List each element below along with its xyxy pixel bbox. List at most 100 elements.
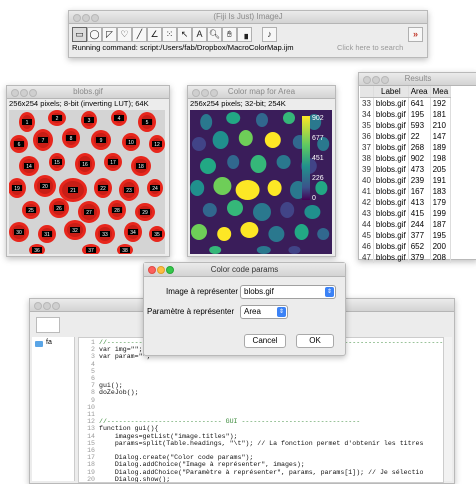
results-cell: blobs.gif xyxy=(373,241,409,252)
results-cell: 181 xyxy=(430,109,452,120)
results-row[interactable]: 46 blobs.gif 652 200 xyxy=(360,241,452,252)
tool-angle[interactable]: ∠ xyxy=(147,27,162,42)
blob-label: 4 xyxy=(118,116,121,122)
blobs-title: blobs.gif xyxy=(73,87,103,96)
search-field[interactable]: Click here to search xyxy=(337,43,403,52)
results-row[interactable]: 34 blobs.gif 195 181 xyxy=(360,109,452,120)
blob-label: 15 xyxy=(54,160,60,166)
results-row[interactable]: 37 blobs.gif 268 189 xyxy=(360,142,452,153)
results-row[interactable]: 39 blobs.gif 473 205 xyxy=(360,164,452,175)
results-cell: 199 xyxy=(430,208,452,219)
results-cell: blobs.gif xyxy=(373,153,409,164)
tool-text[interactable]: A xyxy=(192,27,207,42)
tool-dropper[interactable]: ▗ xyxy=(237,27,252,42)
minimize-window-button[interactable] xyxy=(82,14,90,22)
results-row[interactable]: 41 blobs.gif 167 183 xyxy=(360,186,452,197)
tool-point[interactable]: ⁙ xyxy=(162,27,177,42)
tool-wand[interactable]: ↖ xyxy=(177,27,192,42)
tool-custom[interactable]: ♪ xyxy=(262,27,277,42)
code-text: params=split(Table.headings, "\t"); // L… xyxy=(99,439,424,447)
results-column-header[interactable]: Label xyxy=(373,86,409,98)
code-line[interactable]: 15 params=split(Table.headings, "\t"); /… xyxy=(79,439,423,448)
tool-polygon[interactable]: ◸ xyxy=(102,27,117,42)
sidebar-folder-label[interactable]: fa xyxy=(46,339,52,346)
minimize-window-button[interactable] xyxy=(372,76,380,84)
minimize-window-button[interactable] xyxy=(20,89,28,97)
image-choice-select[interactable]: blobs.gif ⇕ xyxy=(240,285,336,299)
tool-freehand[interactable]: ♡ xyxy=(117,27,132,42)
blob-label: 24 xyxy=(152,186,158,192)
results-row[interactable]: 45 blobs.gif 377 195 xyxy=(360,230,452,241)
results-cell: 902 xyxy=(408,153,431,164)
tool-hand[interactable]: ✋︎ xyxy=(222,27,237,42)
results-cell: 147 xyxy=(430,131,452,142)
results-row[interactable]: 43 blobs.gif 415 199 xyxy=(360,208,452,219)
blob-label: 3 xyxy=(88,118,91,124)
close-window-button[interactable] xyxy=(73,14,81,22)
results-cell: 189 xyxy=(430,142,452,153)
minimize-window-button[interactable] xyxy=(201,89,209,97)
results-cell: blobs.gif xyxy=(373,109,409,120)
minimize-dialog-button[interactable] xyxy=(157,266,165,274)
minimize-window-button[interactable] xyxy=(43,302,51,310)
colormap-background xyxy=(190,110,332,254)
tool-line[interactable]: ╱ xyxy=(132,27,147,42)
param-choice-label: Paramètre à représenter xyxy=(147,307,235,316)
results-row[interactable]: 33 blobs.gif 641 192 xyxy=(360,97,452,109)
results-row[interactable]: 36 blobs.gif 22 147 xyxy=(360,131,452,142)
colormap-canvas[interactable]: 902 677 451 226 0 xyxy=(190,110,332,254)
results-row[interactable]: 44 blobs.gif 244 187 xyxy=(360,219,452,230)
blobs-canvas[interactable]: 12 3 4567 8 9 10 121415 16 171819 2021 22 23 2425 262… xyxy=(9,110,165,254)
colormap-legend-bar xyxy=(302,116,310,200)
results-table[interactable]: Label Area Mea 33 blobs.gif 641 192 34 blobs.gif… xyxy=(360,86,452,263)
results-cell: 192 xyxy=(430,97,452,109)
results-row[interactable]: 40 blobs.gif 239 191 xyxy=(360,175,452,186)
zoom-dialog-button[interactable] xyxy=(166,266,174,274)
close-window-button[interactable] xyxy=(363,76,371,84)
tool-magnifier[interactable]: 🔍︎ xyxy=(207,27,222,42)
colormap-blob xyxy=(268,226,285,242)
results-cell: 413 xyxy=(408,197,431,208)
close-window-button[interactable] xyxy=(11,89,19,97)
zoom-window-button[interactable] xyxy=(210,89,218,97)
image-choice-value: blobs.gif xyxy=(244,287,274,296)
code-area[interactable]: 1//-------------------------------------… xyxy=(78,337,444,483)
close-window-button[interactable] xyxy=(34,302,42,310)
colormap-window: Color map for Area 256x254 pixels; 32-bi… xyxy=(187,85,336,257)
colormap-blob xyxy=(227,200,243,216)
tool-rectangle[interactable]: ▭ xyxy=(72,27,87,42)
imagej-titlebar: (Fiji Is Just) ImageJ xyxy=(69,11,427,24)
close-window-button[interactable] xyxy=(192,89,200,97)
colormap-blob xyxy=(294,224,309,240)
results-row[interactable]: 38 blobs.gif 902 198 xyxy=(360,153,452,164)
results-cell: 473 xyxy=(408,164,431,175)
cancel-button[interactable]: Cancel xyxy=(244,334,286,348)
blob-label: 10 xyxy=(128,140,134,146)
ok-button[interactable]: OK xyxy=(296,334,334,348)
colormap-blob xyxy=(200,114,213,130)
zoom-window-button[interactable] xyxy=(91,14,99,22)
results-titlebar: Results xyxy=(359,73,476,86)
zoom-window-button[interactable] xyxy=(52,302,60,310)
results-row[interactable]: 47 blobs.gif 379 208 xyxy=(360,252,452,263)
close-dialog-button[interactable] xyxy=(148,266,156,274)
results-column-header[interactable] xyxy=(360,86,374,98)
blob-label: 9 xyxy=(100,138,103,144)
results-column-header[interactable]: Mea xyxy=(430,86,452,98)
more-tools-button[interactable]: » xyxy=(408,27,423,42)
results-row[interactable]: 42 blobs.gif 413 179 xyxy=(360,197,452,208)
colormap-blob xyxy=(315,181,328,195)
tool-oval[interactable]: ◯ xyxy=(87,27,102,42)
legend-tick-label: 226 xyxy=(312,175,324,182)
zoom-window-button[interactable] xyxy=(29,89,37,97)
results-cell: 47 xyxy=(360,252,374,263)
zoom-window-button[interactable] xyxy=(381,76,389,84)
results-column-header[interactable]: Area xyxy=(408,86,431,98)
results-row[interactable]: 35 blobs.gif 593 210 xyxy=(360,120,452,131)
param-choice-select[interactable]: Area ⇕ xyxy=(240,305,288,319)
editor-scrollbar[interactable] xyxy=(444,337,452,481)
results-cell: 377 xyxy=(408,230,431,241)
blob-label: 16 xyxy=(82,162,88,168)
blob-label: 2 xyxy=(56,116,59,122)
colormap-blob xyxy=(283,112,295,124)
